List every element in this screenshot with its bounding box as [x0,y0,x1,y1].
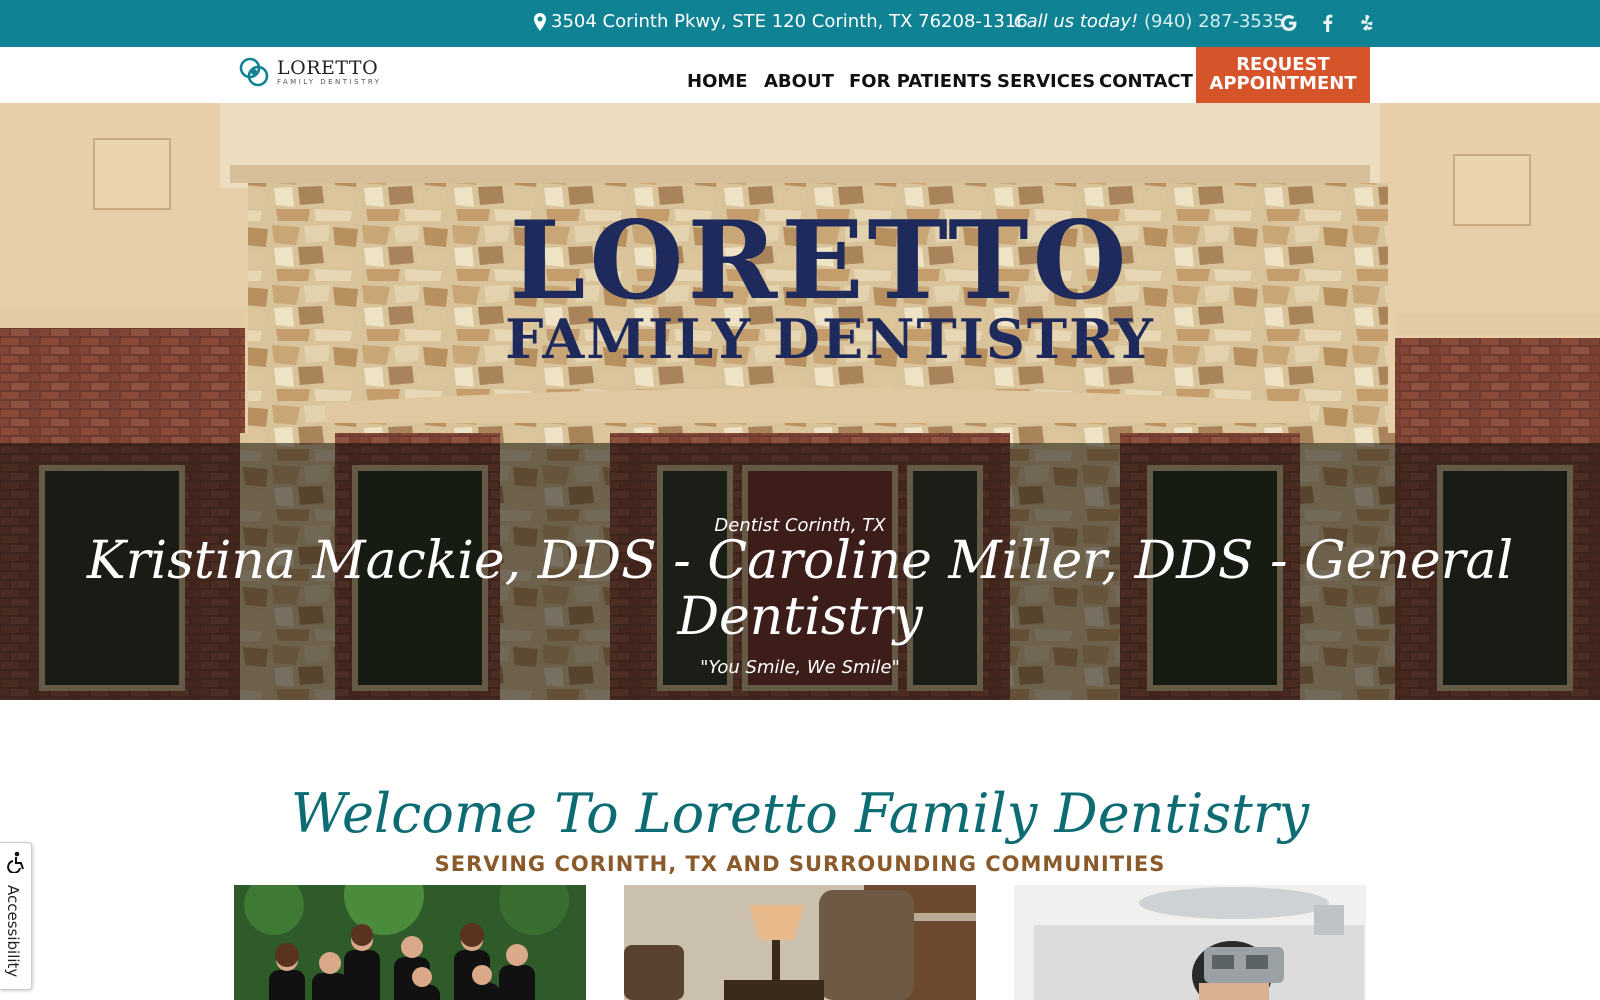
phone-number[interactable]: (940) 287-3535 [1144,11,1285,32]
serving-subheading: SERVING CORINTH, TX AND SURROUNDING COMM… [434,852,1166,876]
call-us[interactable]: Call us today! (940) 287-3535 [1014,11,1285,32]
hero-banner: LORETTO FAMILY DENTISTRY Dentist Corinth… [0,103,1600,700]
cta-line-2: APPOINTMENT [1209,73,1357,94]
request-appointment-button[interactable]: REQUEST APPOINTMENT [1196,47,1370,103]
dental-equipment-photo[interactable] [1014,885,1366,1000]
nav-services[interactable]: SERVICES [997,71,1095,92]
address-text: 3504 Corinth Pkwy, STE 120 Corinth, TX 7… [551,11,1028,32]
address[interactable]: 3504 Corinth Pkwy, STE 120 Corinth, TX 7… [534,11,1028,32]
accessibility-tab[interactable]: Accessibility [0,842,32,990]
call-label: Call us today! [1014,11,1139,32]
accessibility-label: Accessibility [4,885,22,978]
logo-name: LORETTO [277,56,379,79]
nav-contact[interactable]: CONTACT [1099,71,1193,92]
google-icon[interactable] [1278,12,1300,34]
site-logo[interactable]: LORETTO FAMILY DENTISTRY [237,55,382,89]
welcome-heading: Welcome To Loretto Family Dentistry [290,782,1310,845]
accessibility-icon [7,851,24,873]
map-pin-icon [534,12,546,31]
hero-title: Kristina Mackie, DDS - Caroline Miller, … [86,531,1514,647]
top-bar: 3504 Corinth Pkwy, STE 120 Corinth, TX 7… [0,0,1600,47]
sign-text-family-dentistry: FAMILY DENTISTRY [505,307,1155,371]
yelp-icon[interactable] [1356,12,1378,34]
nav-about[interactable]: ABOUT [764,71,834,92]
nav-for-patients[interactable]: FOR PATIENTS [849,71,992,92]
sign-text-loretto: LORETTO [509,198,1130,324]
nav-home[interactable]: HOME [687,71,748,92]
logo-mark-icon [239,57,269,87]
hero-tagline: "You Smile, We Smile" [700,657,900,678]
logo-tagline: FAMILY DENTISTRY [277,77,382,86]
office-interior-photo[interactable] [624,885,976,1000]
team-photo[interactable] [234,885,586,1000]
cta-line-1: REQUEST [1236,54,1330,75]
facebook-icon[interactable] [1317,12,1339,34]
